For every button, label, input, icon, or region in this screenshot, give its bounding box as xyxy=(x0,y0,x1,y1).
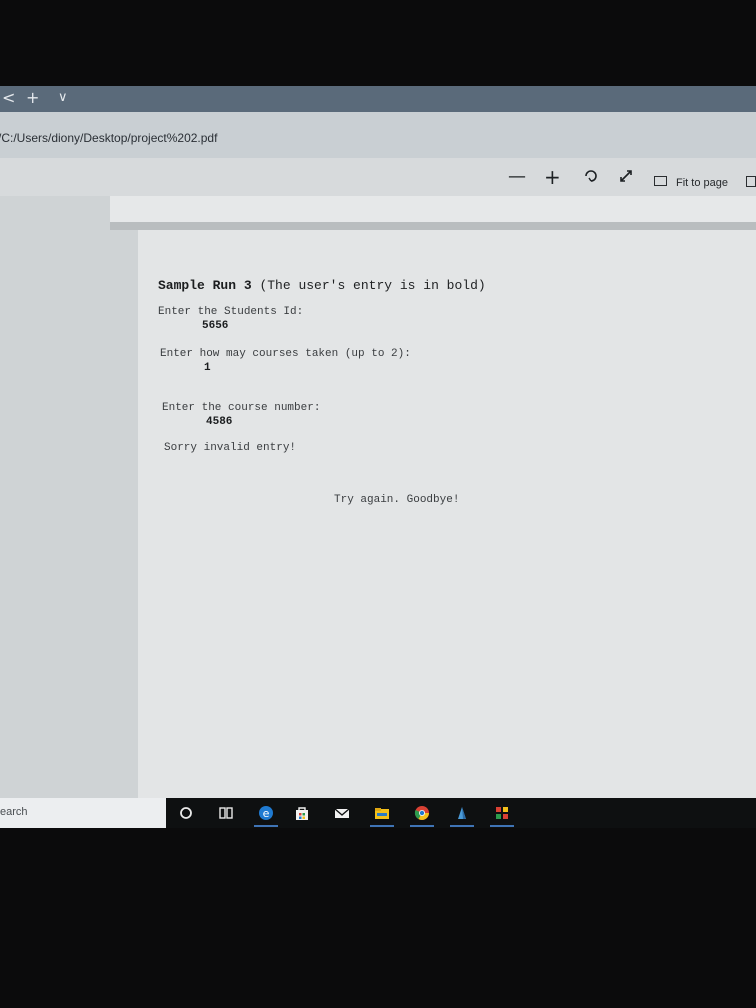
user-entry: 4586 xyxy=(206,416,233,428)
file-explorer-icon[interactable] xyxy=(374,805,390,821)
edge-icon[interactable]: e xyxy=(258,805,274,821)
zoom-in-button[interactable]: + xyxy=(544,167,561,187)
rotate-icon[interactable] xyxy=(583,168,599,188)
user-entry: 5656 xyxy=(202,320,229,332)
sample-run-heading: Sample Run 3 (The user's entry is in bol… xyxy=(158,278,486,293)
store-icon[interactable] xyxy=(294,805,310,821)
user-entry: 1 xyxy=(204,362,211,374)
edge-active-indicator xyxy=(254,825,278,827)
taskbar: earch e xyxy=(0,798,756,828)
svg-text:e: e xyxy=(263,807,270,820)
chrome-active-indicator xyxy=(410,825,434,827)
fit-to-page-button[interactable]: Fit to page xyxy=(676,177,728,189)
app-grid-icon[interactable] xyxy=(494,805,510,821)
taskbar-search-box[interactable]: earch xyxy=(0,798,166,828)
address-bar[interactable]: /C:/Users/diony/Desktop/project%202.pdf xyxy=(0,112,756,158)
task-view-icon[interactable] xyxy=(218,805,234,821)
chrome-icon[interactable] xyxy=(414,805,430,821)
search-placeholder: earch xyxy=(0,806,28,818)
cortana-circle-icon[interactable] xyxy=(178,805,194,821)
pdf-page: Sample Run 3 (The user's entry is in bol… xyxy=(138,230,756,798)
app-grid-active-indicator xyxy=(490,825,514,827)
closing-message: Try again. Goodbye! xyxy=(334,494,460,506)
explorer-active-indicator xyxy=(370,825,394,827)
mail-icon[interactable] xyxy=(334,805,350,821)
prompt-line: Enter the course number: xyxy=(162,402,321,414)
previous-page-edge xyxy=(110,196,756,222)
error-message: Sorry invalid entry! xyxy=(164,442,297,454)
fullscreen-icon[interactable] xyxy=(618,168,634,188)
tab-bar: < + ∨ xyxy=(0,86,756,112)
app-active-indicator xyxy=(450,825,474,827)
new-tab-button[interactable]: + xyxy=(26,88,39,107)
pdf-viewer: — + Fit to page Sample Run 3 (The user's… xyxy=(0,158,756,798)
tab-list-chevron-icon[interactable]: ∨ xyxy=(58,90,68,105)
prompt-line: Enter the Students Id: xyxy=(158,306,304,318)
fit-to-page-icon[interactable] xyxy=(654,176,667,186)
prompt-line: Enter how may courses taken (up to 2): xyxy=(160,348,411,360)
pdf-toolbar: — + Fit to page xyxy=(0,158,756,196)
page-separator xyxy=(110,222,756,230)
sample-run-title: Sample Run 3 xyxy=(158,278,252,293)
address-url[interactable]: /C:/Users/diony/Desktop/project%202.pdf xyxy=(0,131,217,145)
app-icon[interactable] xyxy=(454,805,470,821)
tab-scroll-left-icon[interactable]: < xyxy=(2,88,15,107)
sample-run-note: (The user's entry is in bold) xyxy=(259,278,486,293)
page-view-icon[interactable] xyxy=(746,176,756,187)
zoom-out-button[interactable]: — xyxy=(508,168,526,186)
